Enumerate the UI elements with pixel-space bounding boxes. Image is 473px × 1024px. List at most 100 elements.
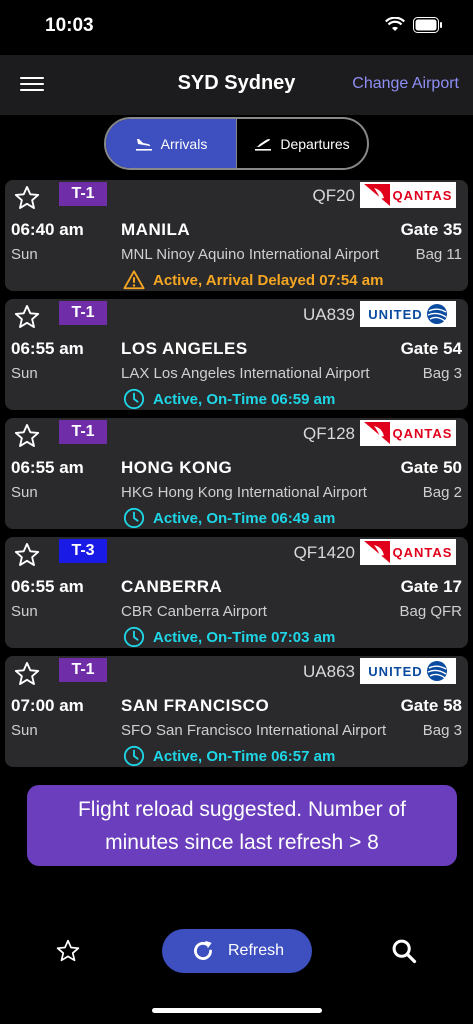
star-outline-icon[interactable] (55, 938, 81, 964)
tab-arrivals[interactable]: Arrivals (106, 119, 237, 168)
origin-airport: MNL Ninoy Aquino International Airport (121, 246, 379, 263)
plane-landing-icon (135, 138, 152, 151)
flight-card[interactable]: T-1 UA863 UNITED 07:00 am Sun SAN FRANCISCO Ga… (5, 656, 468, 767)
refresh-button[interactable]: Refresh (162, 929, 312, 973)
favorite-star-icon[interactable] (13, 303, 41, 331)
tab-departures-label: Departures (280, 135, 350, 152)
flight-number: UA839 (303, 305, 355, 324)
tab-arrivals-label: Arrivals (160, 135, 208, 152)
plane-takeoff-icon (255, 138, 272, 151)
airline-logo: QANTAS (360, 539, 456, 565)
clock-icon (123, 388, 145, 410)
airline-name: QANTAS (392, 187, 453, 203)
terminal-badge: T-3 (59, 539, 107, 563)
arrival-day: Sun (11, 722, 38, 739)
flight-status: Active, On-Time 06:49 am (123, 507, 335, 529)
airline-logo: QANTAS (360, 420, 456, 446)
status-bar: 10:03 (0, 0, 473, 55)
origin-airport: LAX Los Angeles International Airport (121, 365, 370, 382)
bottom-bar: Refresh (0, 920, 473, 990)
flight-status: Active, On-Time 06:59 am (123, 388, 335, 410)
flight-card[interactable]: T-1 QF20 QANTAS 06:40 am Sun MANILA Gate 35 MNL… (5, 180, 468, 291)
qantas-logo-icon (363, 184, 390, 206)
gate-number: Gate 54 (400, 339, 462, 358)
gate-number: Gate 50 (400, 458, 462, 477)
gate-number: Gate 58 (400, 696, 462, 715)
wifi-icon (385, 17, 405, 31)
arrival-day: Sun (11, 484, 38, 501)
terminal-badge: T-1 (59, 182, 107, 206)
flight-status-text: Active, On-Time 06:49 am (153, 509, 336, 527)
baggage-belt: Bag 3 (422, 722, 462, 739)
gate-number: Gate 17 (400, 577, 462, 596)
arrival-time: 07:00 am (11, 696, 84, 715)
status-icons (385, 17, 443, 33)
flight-status-text: Active, Arrival Delayed 07:54 am (153, 271, 384, 289)
arrival-day: Sun (11, 603, 38, 620)
baggage-belt: Bag 2 (422, 484, 462, 501)
flight-status: Active, On-Time 07:03 am (123, 626, 335, 648)
refresh-icon (194, 940, 212, 960)
flight-status-text: Active, On-Time 06:59 am (153, 390, 336, 408)
favorite-star-icon[interactable] (13, 541, 41, 569)
origin-city: HONG KONG (121, 458, 233, 477)
clock-icon (123, 626, 145, 648)
home-indicator (152, 1008, 322, 1013)
airline-name: QANTAS (392, 544, 453, 560)
airline-logo: QANTAS (360, 182, 456, 208)
terminal-badge: T-1 (59, 658, 107, 682)
flight-status-text: Active, On-Time 06:57 am (153, 747, 336, 765)
flight-card[interactable]: T-1 QF128 QANTAS 06:55 am Sun HONG KONG Gate 5… (5, 418, 468, 529)
gate-number: Gate 35 (400, 220, 462, 239)
flight-card[interactable]: T-3 QF1420 QANTAS 06:55 am Sun CANBERRA Gate 1… (5, 537, 468, 648)
reload-suggestion-toast[interactable]: Flight reload suggested. Number of minut… (27, 785, 457, 866)
search-icon[interactable] (390, 937, 418, 965)
baggage-belt: Bag 11 (415, 246, 462, 263)
origin-city: LOS ANGELES (121, 339, 248, 358)
airline-logo: UNITED (360, 658, 456, 684)
qantas-logo-icon (363, 422, 390, 444)
favorite-star-icon[interactable] (13, 660, 41, 688)
united-globe-icon (426, 661, 447, 681)
baggage-belt: Bag 3 (422, 365, 462, 382)
flight-number: QF20 (312, 186, 355, 205)
battery-icon (413, 17, 442, 33)
clock-icon (123, 745, 145, 767)
flight-status-text: Active, On-Time 07:03 am (153, 628, 336, 646)
status-time: 10:03 (45, 15, 94, 36)
flight-number: QF1420 (293, 543, 355, 562)
refresh-label: Refresh (227, 942, 285, 959)
terminal-badge: T-1 (59, 420, 107, 444)
flight-status: Active, Arrival Delayed 07:54 am (123, 269, 383, 291)
airline-name: UNITED (368, 306, 423, 322)
tab-departures[interactable]: Departures (237, 119, 367, 168)
flight-card[interactable]: T-1 UA839 UNITED 06:55 am Sun LOS ANGELES Gate… (5, 299, 468, 410)
arrival-time: 06:55 am (11, 577, 84, 596)
arrivals-departures-toggle: Arrivals Departures (104, 117, 369, 170)
change-airport-button[interactable]: Change Airport (352, 75, 459, 93)
origin-city: SAN FRANCISCO (121, 696, 270, 715)
origin-city: MANILA (121, 220, 191, 239)
origin-airport: CBR Canberra Airport (121, 603, 267, 620)
origin-airport: SFO San Francisco International Airport (121, 722, 387, 739)
flight-status: Active, On-Time 06:57 am (123, 745, 335, 767)
nav-bar: SYD Sydney Change Airport (0, 55, 473, 115)
airline-name: QANTAS (392, 425, 453, 441)
clock-icon (123, 507, 145, 529)
arrival-day: Sun (11, 365, 38, 382)
origin-city: CANBERRA (121, 577, 223, 596)
flight-number: UA863 (303, 662, 355, 681)
favorite-star-icon[interactable] (13, 422, 41, 450)
origin-airport: HKG Hong Kong International Airport (121, 484, 367, 501)
arrival-time: 06:40 am (11, 220, 84, 239)
favorite-star-icon[interactable] (13, 184, 41, 212)
flight-number: QF128 (303, 424, 355, 443)
arrival-day: Sun (11, 246, 38, 263)
arrival-time: 06:55 am (11, 339, 84, 358)
baggage-belt: Bag QFR (399, 603, 462, 620)
toast-message: Flight reload suggested. Number of minut… (77, 797, 406, 854)
flight-list: T-1 QF20 QANTAS 06:40 am Sun MANILA Gate 35 MNL… (5, 180, 468, 775)
terminal-badge: T-1 (59, 301, 107, 325)
arrival-time: 06:55 am (11, 458, 84, 477)
qantas-logo-icon (363, 541, 390, 563)
